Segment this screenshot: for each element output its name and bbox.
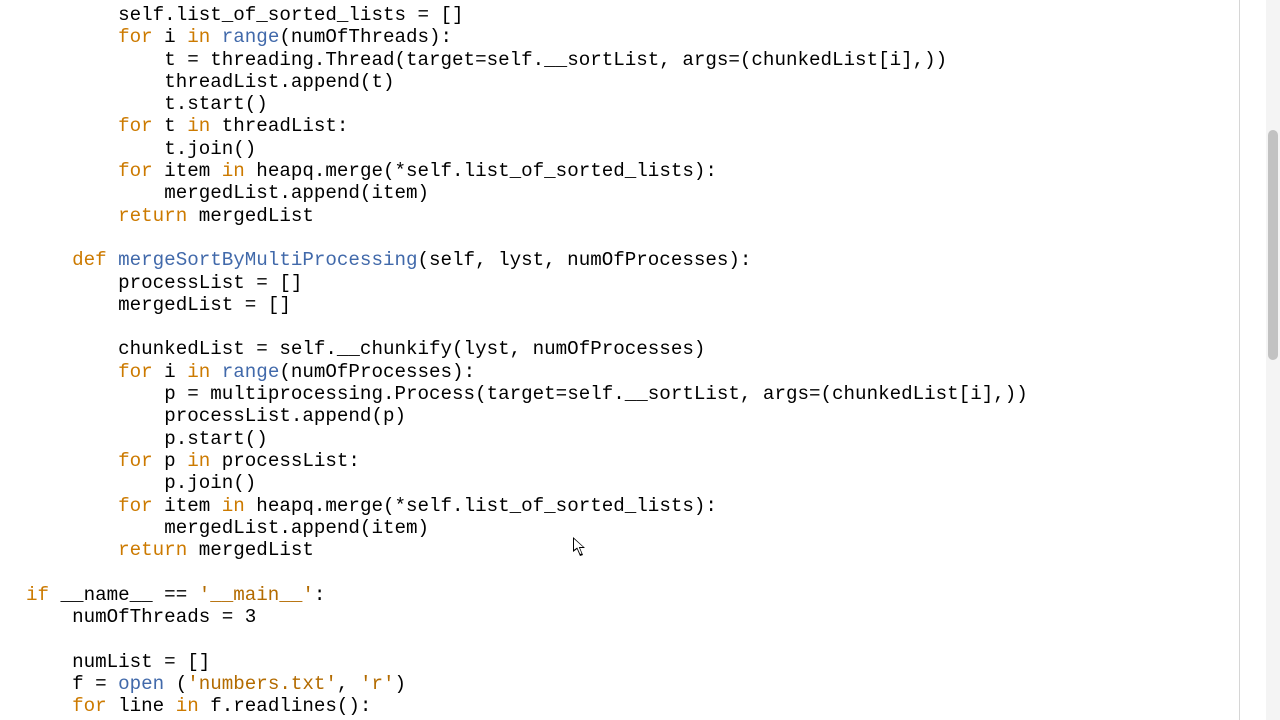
code-token[interactable]: i: [153, 26, 188, 48]
code-token[interactable]: in: [187, 450, 210, 472]
code-token[interactable]: numList = []: [72, 651, 210, 673]
code-token[interactable]: mergedList = []: [118, 294, 291, 316]
code-token[interactable]: threadList:: [210, 115, 348, 137]
code-block[interactable]: self.list_of_sorted_lists = [] for i in …: [26, 4, 1028, 718]
code-token[interactable]: 'r': [360, 673, 395, 695]
code-token[interactable]: numOfThreads = 3: [72, 606, 256, 628]
code-token[interactable]: ): [394, 673, 406, 695]
code-token[interactable]: p.join(): [164, 472, 256, 494]
code-token[interactable]: for: [118, 495, 153, 517]
code-token[interactable]: t: [153, 115, 188, 137]
code-token[interactable]: heapq.merge(*self.list_of_sorted_lists):: [245, 160, 717, 182]
code-token[interactable]: item: [153, 160, 222, 182]
code-token[interactable]: for: [118, 361, 153, 383]
code-token[interactable]: for: [118, 115, 153, 137]
code-token[interactable]: for: [118, 450, 153, 472]
code-token[interactable]: 'numbers.txt': [187, 673, 337, 695]
vertical-scrollbar-thumb[interactable]: [1268, 130, 1278, 360]
code-token[interactable]: [210, 361, 222, 383]
code-token[interactable]: (numOfProcesses):: [279, 361, 475, 383]
code-token[interactable]: p.start(): [164, 428, 268, 450]
code-token[interactable]: in: [187, 115, 210, 137]
code-token[interactable]: (numOfThreads):: [279, 26, 452, 48]
code-token[interactable]: [107, 249, 119, 271]
code-token[interactable]: return: [118, 539, 187, 561]
code-token[interactable]: if: [26, 584, 49, 606]
code-token[interactable]: t = threading.Thread(target=self.__sortL…: [164, 49, 947, 71]
code-token[interactable]: range: [222, 361, 280, 383]
code-token[interactable]: self.list_of_sorted_lists = []: [118, 4, 463, 26]
code-token[interactable]: heapq.merge(*self.list_of_sorted_lists):: [245, 495, 717, 517]
code-token[interactable]: (: [164, 673, 187, 695]
mouse-cursor-icon: [573, 537, 589, 559]
code-token[interactable]: in: [176, 695, 199, 717]
code-token[interactable]: p = multiprocessing.Process(target=self.…: [164, 383, 1028, 405]
code-token[interactable]: mergedList.append(item): [164, 182, 429, 204]
code-token[interactable]: f.readlines():: [199, 695, 372, 717]
code-token[interactable]: (self, lyst, numOfProcesses):: [418, 249, 752, 271]
code-token[interactable]: mergedList: [187, 539, 314, 561]
code-token[interactable]: chunkedList = self.__chunkify(lyst, numO…: [118, 338, 705, 360]
code-token[interactable]: :: [314, 584, 326, 606]
code-token[interactable]: in: [222, 495, 245, 517]
code-token[interactable]: for: [118, 26, 153, 48]
code-token[interactable]: for: [118, 160, 153, 182]
code-token[interactable]: __name__ ==: [49, 584, 199, 606]
code-token[interactable]: t.join(): [164, 138, 256, 160]
vertical-scrollbar-track[interactable]: [1266, 0, 1280, 720]
code-token[interactable]: p: [153, 450, 188, 472]
code-token[interactable]: range: [222, 26, 280, 48]
code-token[interactable]: for: [72, 695, 107, 717]
code-token[interactable]: mergedList.append(item): [164, 517, 429, 539]
code-token[interactable]: processList:: [210, 450, 360, 472]
code-token[interactable]: in: [187, 361, 210, 383]
code-token[interactable]: item: [153, 495, 222, 517]
code-token[interactable]: i: [153, 361, 188, 383]
code-token[interactable]: processList.append(p): [164, 405, 406, 427]
code-token[interactable]: '__main__': [199, 584, 314, 606]
editor-viewport: self.list_of_sorted_lists = [] for i in …: [0, 0, 1240, 720]
code-token[interactable]: line: [107, 695, 176, 717]
code-token[interactable]: in: [187, 26, 210, 48]
code-token[interactable]: in: [222, 160, 245, 182]
code-token[interactable]: t.start(): [164, 93, 268, 115]
code-token[interactable]: open: [118, 673, 164, 695]
code-token[interactable]: ,: [337, 673, 360, 695]
code-token[interactable]: mergedList: [187, 205, 314, 227]
code-token[interactable]: [210, 26, 222, 48]
code-token[interactable]: f =: [72, 673, 118, 695]
code-token[interactable]: threadList.append(t): [164, 71, 394, 93]
code-token[interactable]: mergeSortByMultiProcessing: [118, 249, 417, 271]
code-token[interactable]: processList = []: [118, 272, 302, 294]
code-token[interactable]: return: [118, 205, 187, 227]
code-token[interactable]: def: [72, 249, 107, 271]
